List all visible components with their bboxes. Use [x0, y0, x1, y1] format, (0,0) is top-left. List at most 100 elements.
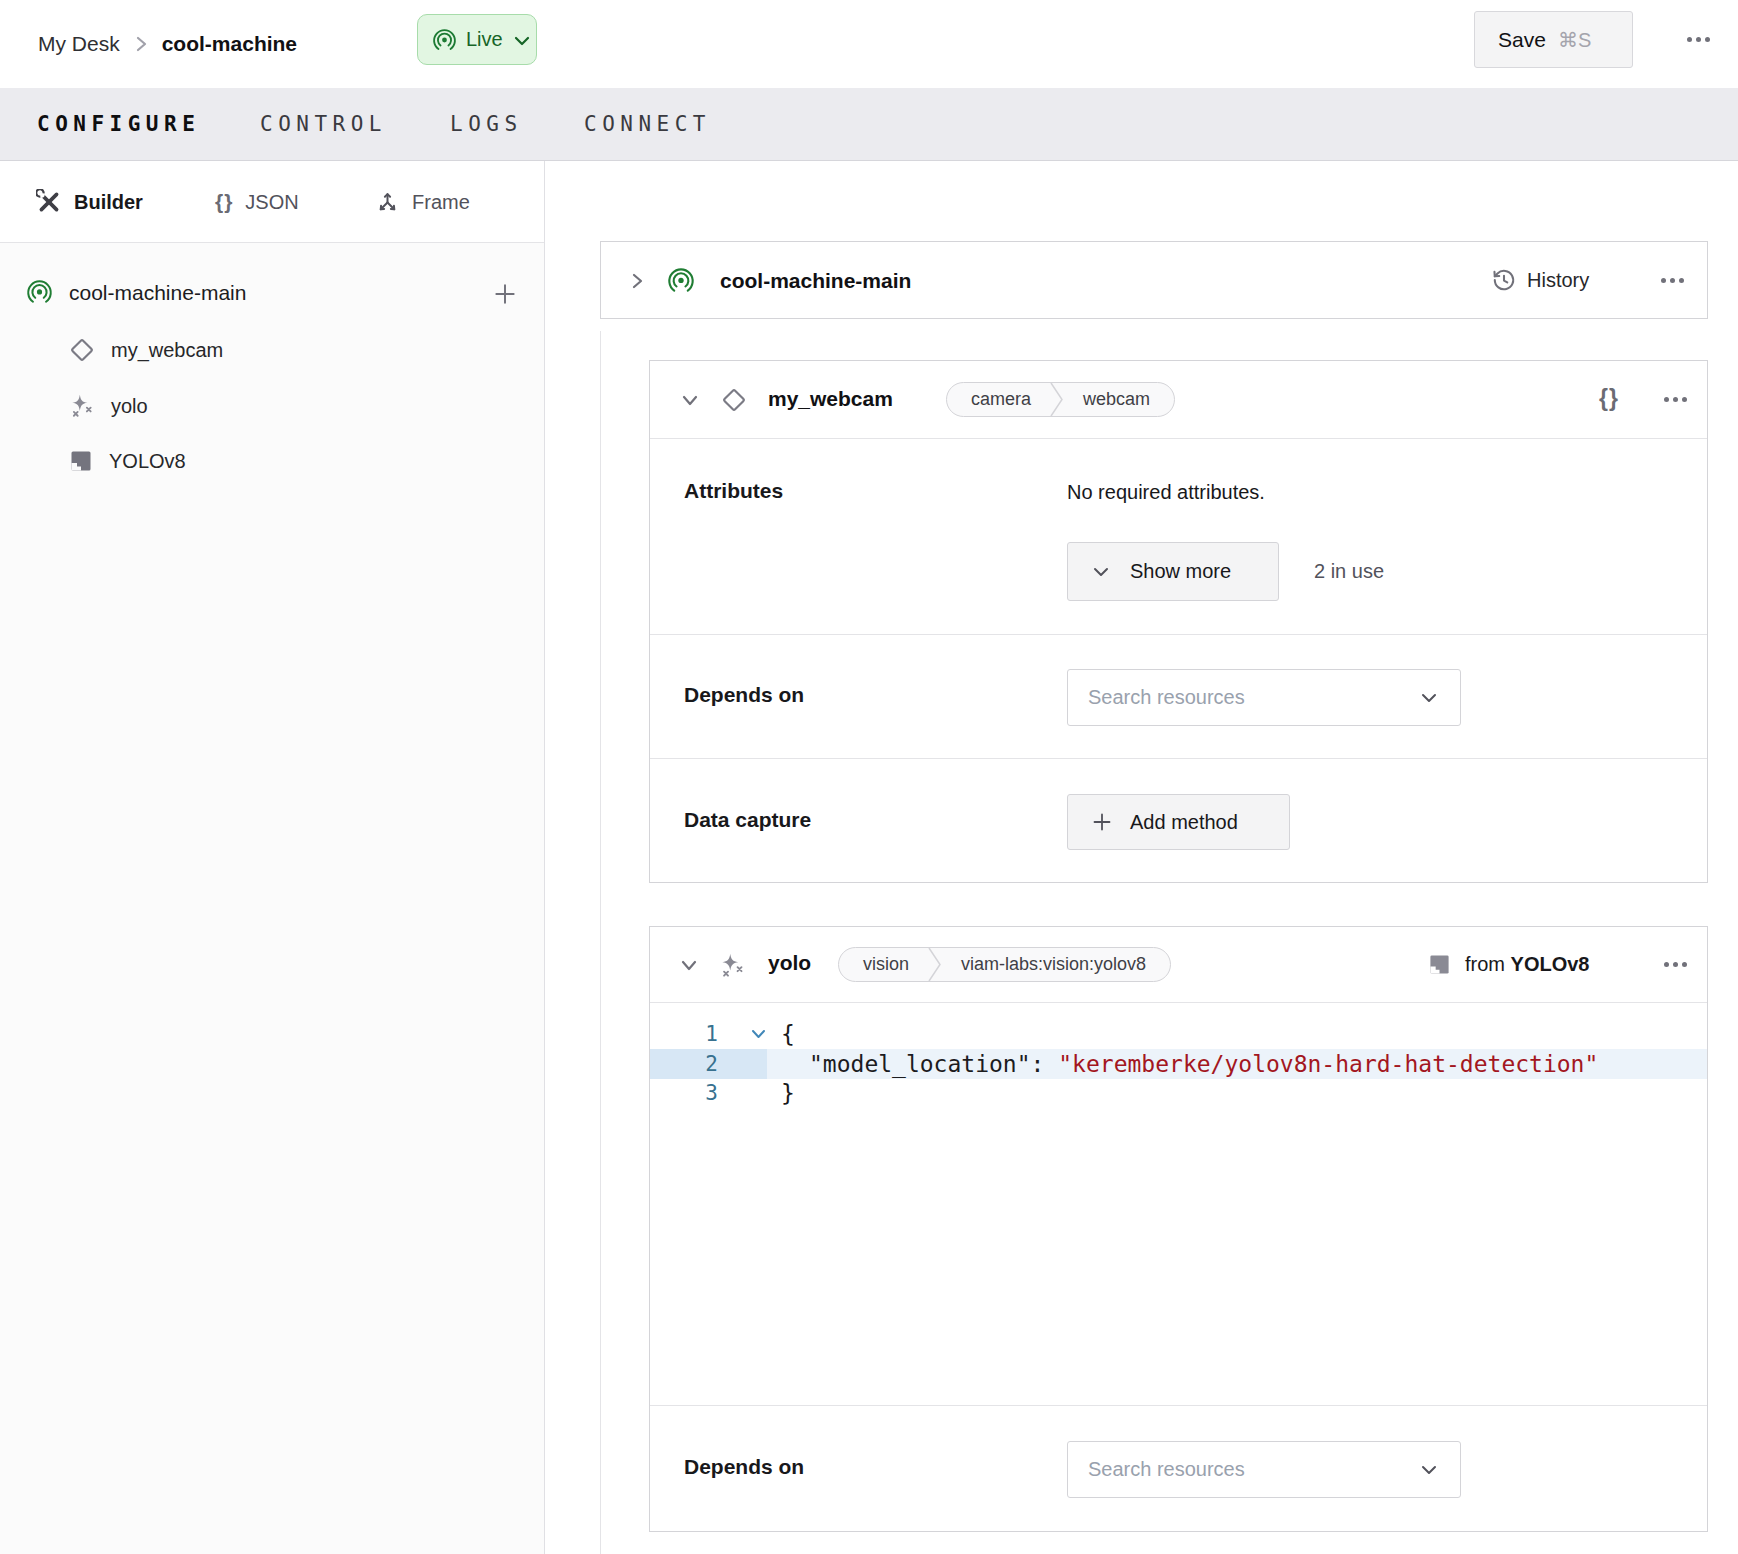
- service-name: yolo: [768, 951, 811, 975]
- tree-root-label: cool-machine-main: [69, 281, 246, 305]
- history-button[interactable]: History: [1491, 242, 1589, 318]
- camera-component-icon: [721, 387, 747, 413]
- tab-connect[interactable]: CONNECT: [584, 88, 711, 160]
- sidebar-mode-toolbar: Builder {} JSON Frame: [0, 161, 544, 243]
- plus-icon: [492, 281, 518, 307]
- save-shortcut: ⌘S: [1558, 28, 1591, 52]
- depends-search-select[interactable]: Search resources: [1067, 669, 1461, 726]
- show-more-button[interactable]: Show more: [1067, 542, 1279, 601]
- tab-logs[interactable]: LOGS: [450, 88, 523, 160]
- collapse-chevron-icon[interactable]: [679, 959, 699, 972]
- service-card-yolo: yolo vision viam-labs:vision:yolov8 from…: [649, 926, 1708, 1532]
- history-icon: [1491, 267, 1517, 293]
- component-model: webcam: [1065, 389, 1174, 410]
- live-status-badge[interactable]: Live: [417, 14, 537, 65]
- service-model: viam-labs:vision:yolov8: [943, 954, 1170, 975]
- breadcrumb-machine: cool-machine: [162, 32, 297, 56]
- component-type: camera: [947, 389, 1049, 410]
- chevron-down-icon: [1092, 566, 1110, 578]
- line-number: 1: [650, 1020, 718, 1050]
- expand-chevron-icon[interactable]: [631, 271, 644, 291]
- tree-item-label: YOLOv8: [109, 450, 186, 473]
- code-line-2: "model_location": "keremberke/yolov8n-ha…: [781, 1050, 1598, 1080]
- frame-icon: [375, 190, 400, 215]
- broadcast-icon: [432, 28, 457, 53]
- service-type: vision: [839, 954, 927, 975]
- tree-item-label: yolo: [111, 395, 148, 418]
- module-icon: [1428, 953, 1451, 976]
- vision-service-icon: [719, 952, 746, 979]
- from-module: from YOLOv8: [1428, 927, 1589, 1001]
- main-tab-bar: CONFIGURE CONTROL LOGS CONNECT: [0, 88, 1738, 161]
- breadcrumb-chevron-icon: [134, 34, 148, 54]
- tree-item-my-webcam[interactable]: my_webcam: [69, 337, 223, 363]
- json-view-icon[interactable]: {}: [1599, 385, 1619, 412]
- save-label: Save: [1498, 28, 1546, 52]
- mode-frame[interactable]: Frame: [375, 161, 470, 243]
- depends-search-select[interactable]: Search resources: [1067, 1441, 1461, 1498]
- from-module-name: YOLOv8: [1511, 953, 1590, 975]
- tree-spine-line: [600, 331, 601, 1554]
- add-component-button[interactable]: [492, 281, 518, 311]
- component-menu-button[interactable]: [1664, 397, 1687, 402]
- part-name: cool-machine-main: [720, 269, 911, 293]
- camera-component-icon: [69, 337, 95, 363]
- tree-item-label: my_webcam: [111, 339, 223, 362]
- select-chevron-icon: [1420, 692, 1438, 704]
- builder-tools-icon: [36, 189, 62, 215]
- component-name: my_webcam: [768, 387, 893, 411]
- history-label: History: [1527, 269, 1589, 292]
- line-number: 3: [650, 1079, 718, 1109]
- code-fold-chevron-icon[interactable]: [750, 1028, 767, 1040]
- mode-builder[interactable]: Builder: [36, 161, 143, 243]
- pill-divider-icon: [927, 947, 943, 982]
- add-method-button[interactable]: Add method: [1067, 794, 1290, 850]
- topbar-menu-button[interactable]: [1687, 37, 1710, 42]
- tree-item-yolo[interactable]: yolo: [69, 393, 148, 419]
- attributes-empty-text: No required attributes.: [1067, 481, 1265, 504]
- plus-icon: [1092, 812, 1112, 832]
- code-line-3: }: [781, 1079, 1598, 1109]
- live-label: Live: [466, 28, 503, 51]
- tab-configure[interactable]: CONFIGURE: [37, 88, 200, 160]
- show-more-label: Show more: [1130, 560, 1231, 583]
- json-braces-icon: {}: [215, 190, 233, 214]
- part-menu-button[interactable]: [1661, 278, 1684, 283]
- module-icon: [69, 449, 93, 473]
- tree-item-yolov8[interactable]: YOLOv8: [69, 449, 186, 473]
- card-header: my_webcam camera webcam {}: [650, 361, 1707, 439]
- mode-json[interactable]: {} JSON: [215, 161, 299, 243]
- save-button[interactable]: Save ⌘S: [1474, 11, 1633, 68]
- search-resources-placeholder: Search resources: [1088, 1458, 1245, 1481]
- line-numbers-gutter: 1 2 3: [650, 1020, 718, 1109]
- line-number: 2: [650, 1050, 718, 1080]
- json-code-editor[interactable]: 1 2 3 { "model_location": "keremberke/yo…: [650, 1004, 1707, 1405]
- machine-part-icon: [26, 279, 53, 306]
- tree-item-root[interactable]: cool-machine-main: [26, 279, 246, 306]
- tab-control[interactable]: CONTROL: [260, 88, 387, 160]
- mode-builder-label: Builder: [74, 191, 143, 214]
- add-method-label: Add method: [1130, 811, 1238, 834]
- top-bar: My Desk cool-machine Live Save ⌘S: [0, 0, 1738, 88]
- vision-service-icon: [69, 393, 95, 419]
- machine-part-icon: [667, 267, 695, 295]
- from-label: from: [1465, 953, 1505, 975]
- search-resources-placeholder: Search resources: [1088, 686, 1245, 709]
- live-chevron-down-icon: [514, 36, 530, 47]
- pill-divider-icon: [1049, 382, 1065, 417]
- collapse-chevron-icon[interactable]: [680, 394, 700, 407]
- in-use-text: 2 in use: [1314, 560, 1384, 583]
- depends-on-label: Depends on: [684, 683, 804, 707]
- part-header-card: cool-machine-main History: [600, 241, 1708, 319]
- attributes-label: Attributes: [684, 479, 783, 503]
- mode-json-label: JSON: [245, 191, 298, 214]
- breadcrumb-root[interactable]: My Desk: [38, 32, 120, 56]
- component-type-pill: camera webcam: [946, 382, 1175, 417]
- select-chevron-icon: [1420, 1464, 1438, 1476]
- code-line-1: {: [781, 1020, 1598, 1050]
- service-menu-button[interactable]: [1664, 962, 1687, 967]
- depends-on-label: Depends on: [684, 1455, 804, 1479]
- service-type-pill: vision viam-labs:vision:yolov8: [838, 947, 1171, 982]
- mode-frame-label: Frame: [412, 191, 470, 214]
- sidebar: Builder {} JSON Frame cool-machine-main …: [0, 161, 545, 1554]
